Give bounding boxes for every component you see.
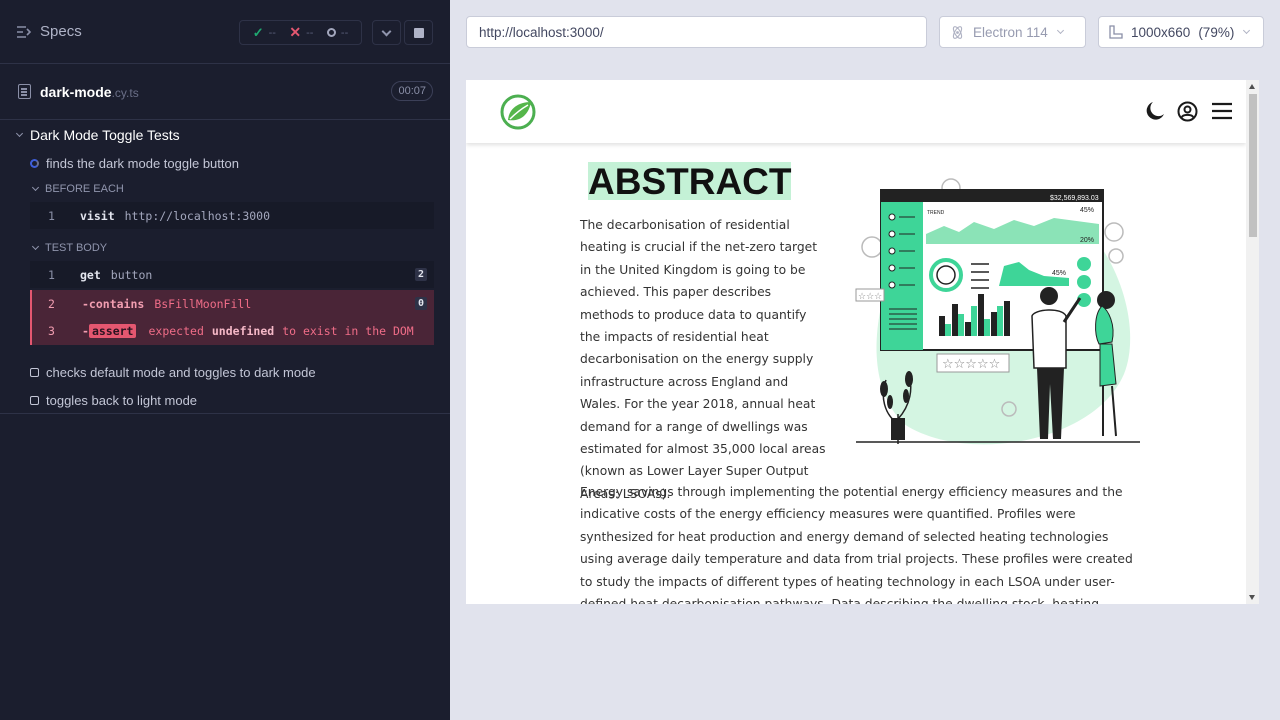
ruler-icon: [1109, 25, 1123, 39]
chevron-down-icon: [1243, 26, 1251, 35]
specs-list-icon: [17, 25, 32, 38]
test-item-pending[interactable]: toggles back to light mode: [30, 393, 197, 408]
url-bar[interactable]: http://localhost:3000/: [466, 16, 927, 48]
chevron-down-icon: [31, 183, 40, 192]
site-header: [466, 80, 1246, 143]
electron-icon: [952, 25, 963, 39]
trend-label: TREND: [927, 210, 945, 216]
dashboard-pct: 45%: [1052, 270, 1066, 277]
scroll-thumb[interactable]: [1249, 94, 1257, 237]
leaf-logo-icon: [500, 94, 536, 130]
collapse-button[interactable]: [372, 20, 401, 45]
divider: [0, 413, 450, 414]
spinner-icon: [30, 159, 39, 168]
test-stats: ✓ -- ✕ -- --: [239, 20, 362, 45]
abstract-paragraph: Energy savings through implementing the …: [580, 485, 1133, 604]
spec-filename: dark-mode.cy.ts: [40, 84, 139, 100]
zoom-level: (79%): [1198, 24, 1235, 40]
before-each-hook[interactable]: BEFORE EACH: [31, 183, 124, 195]
abstract-paragraph: The decarbonisation of residential heati…: [580, 218, 826, 501]
pending-stat: --: [326, 27, 348, 39]
svg-text:☆☆☆: ☆☆☆: [858, 292, 882, 302]
command-row-failed[interactable]: 2 -contains BsFillMoonFill 0: [30, 290, 434, 317]
test-body-hook[interactable]: TEST BODY: [31, 242, 107, 254]
reporter-header: Specs ✓ -- ✕ -- --: [0, 0, 450, 64]
hamburger-menu-icon[interactable]: [1211, 102, 1233, 120]
command-row-failed[interactable]: 3 - assert expected undefined to exist i…: [30, 317, 434, 345]
user-circle-icon[interactable]: [1177, 101, 1198, 122]
test-item-pending[interactable]: checks default mode and toggles to dark …: [30, 365, 316, 380]
scroll-up-arrow-icon[interactable]: [1249, 84, 1255, 89]
x-icon: ✕: [289, 24, 302, 40]
stop-button[interactable]: [404, 20, 433, 45]
viewport-size: 1000x660: [1131, 24, 1191, 40]
dashboard-pct: 45%: [1080, 207, 1094, 214]
dashboard-pct: 20%: [1080, 237, 1094, 244]
spec-header: dark-mode.cy.ts 00:07: [0, 64, 450, 120]
test-item-running[interactable]: finds the dark mode toggle button: [30, 156, 239, 171]
app-viewport: ABSTRACT The decarbonisation of resident…: [466, 80, 1259, 604]
passed-stat: ✓ --: [252, 24, 276, 40]
count-badge: 0: [414, 297, 427, 310]
moon-icon[interactable]: [1144, 100, 1166, 122]
pending-box-icon: [30, 368, 39, 377]
assert-badge: assert: [88, 324, 137, 338]
specs-toggle[interactable]: Specs: [16, 23, 82, 40]
abstract-heading: ABSTRACT: [588, 161, 792, 202]
count-badge: 2: [414, 268, 427, 281]
pending-box-icon: [30, 396, 39, 405]
duration-badge: 00:07: [391, 81, 433, 101]
viewport-selector[interactable]: 1000x660 (79%): [1098, 16, 1264, 48]
file-icon: [18, 84, 31, 99]
dashboard-value: $32,569,893.03: [1050, 195, 1099, 202]
check-icon: ✓: [252, 24, 264, 40]
suite-title[interactable]: Dark Mode Toggle Tests: [15, 127, 180, 143]
reporter-panel: Specs ✓ -- ✕ -- -- dark-mode.cy.ts 00:07 D…: [0, 0, 450, 720]
chevron-down-icon: [1056, 26, 1064, 35]
failed-stat: ✕ --: [289, 24, 314, 40]
command-row[interactable]: 1 get button 2: [30, 261, 434, 288]
specs-label: Specs: [40, 23, 82, 40]
dashboard-illustration: $32,569,893.03 TREND 45% 20% 45% ☆☆☆☆☆ ☆…: [855, 178, 1140, 445]
stop-icon: [413, 27, 424, 38]
app-under-test: http://localhost:3000/ Electron 114 1000…: [450, 0, 1280, 720]
browser-selector[interactable]: Electron 114: [939, 16, 1086, 48]
chevron-down-icon: [381, 26, 392, 36]
pending-icon: [326, 28, 336, 37]
scroll-down-arrow-icon[interactable]: [1249, 595, 1255, 600]
chevron-down-icon: [31, 242, 40, 251]
svg-text:☆☆☆☆☆: ☆☆☆☆☆: [942, 357, 1000, 372]
scrollbar[interactable]: [1246, 80, 1259, 604]
chevron-down-icon: [15, 129, 24, 138]
command-row[interactable]: 1 visit http://localhost:3000: [30, 202, 434, 229]
